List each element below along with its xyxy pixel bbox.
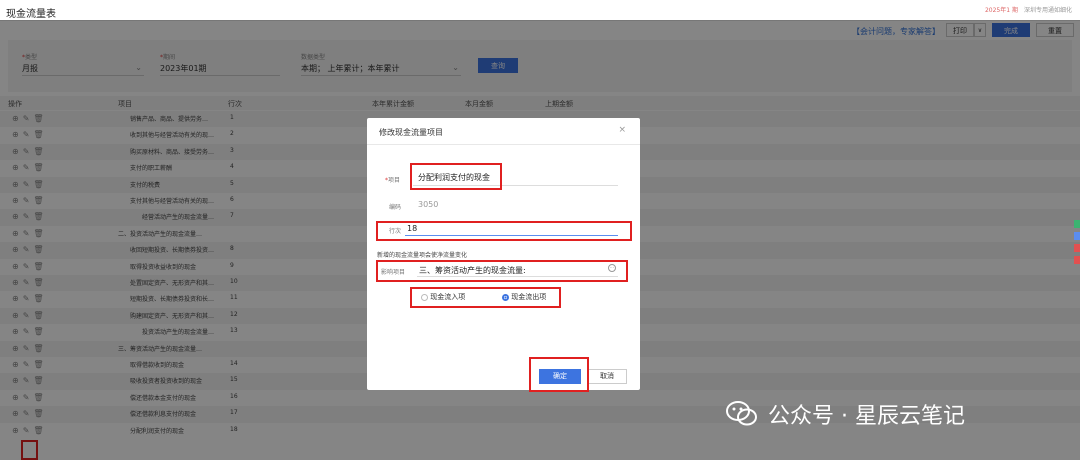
impact-note: 新增的现金流量项会使净流量变化: [377, 252, 468, 259]
side-toolbar: [1074, 220, 1080, 268]
dialog-title: 修改现金流量项目: [379, 128, 443, 137]
side-icon-4[interactable]: [1074, 256, 1080, 264]
account-set-info[interactable]: 深圳专用通如细化: [1024, 5, 1072, 14]
edit-cashflow-dialog: 修改现金流量项目 × *项目 分配利润支付的现金 编码 3050 行次 18 新…: [367, 118, 640, 392]
code-label: 编码: [389, 204, 402, 211]
period-info: 2025年1 期: [984, 7, 1018, 14]
watermark-text: 公众号 · 星辰云笔记: [768, 404, 965, 429]
row-number-highlight-box: [376, 221, 632, 241]
side-icon-2[interactable]: [1074, 232, 1080, 240]
top-right-info: 2025年1 期 深圳专用通如细化: [985, 5, 1072, 14]
item-label: *项目: [385, 177, 401, 184]
confirm-highlight-box: [529, 357, 589, 392]
watermark: 公众号 · 星辰云笔记: [726, 398, 965, 430]
side-icon-1[interactable]: [1074, 220, 1080, 228]
cancel-button[interactable]: 取消: [587, 369, 627, 384]
impact-highlight-box: [376, 260, 628, 282]
item-highlight-box: [410, 163, 502, 190]
side-icon-3[interactable]: [1074, 244, 1080, 252]
code-value: 3050: [418, 200, 439, 209]
wechat-icon: [726, 401, 757, 426]
dialog-divider: [367, 144, 640, 145]
top-bar: [0, 0, 1080, 21]
page-title: 现金流量表: [6, 9, 56, 20]
close-icon[interactable]: ×: [618, 125, 626, 135]
radio-highlight-box: [410, 287, 561, 308]
